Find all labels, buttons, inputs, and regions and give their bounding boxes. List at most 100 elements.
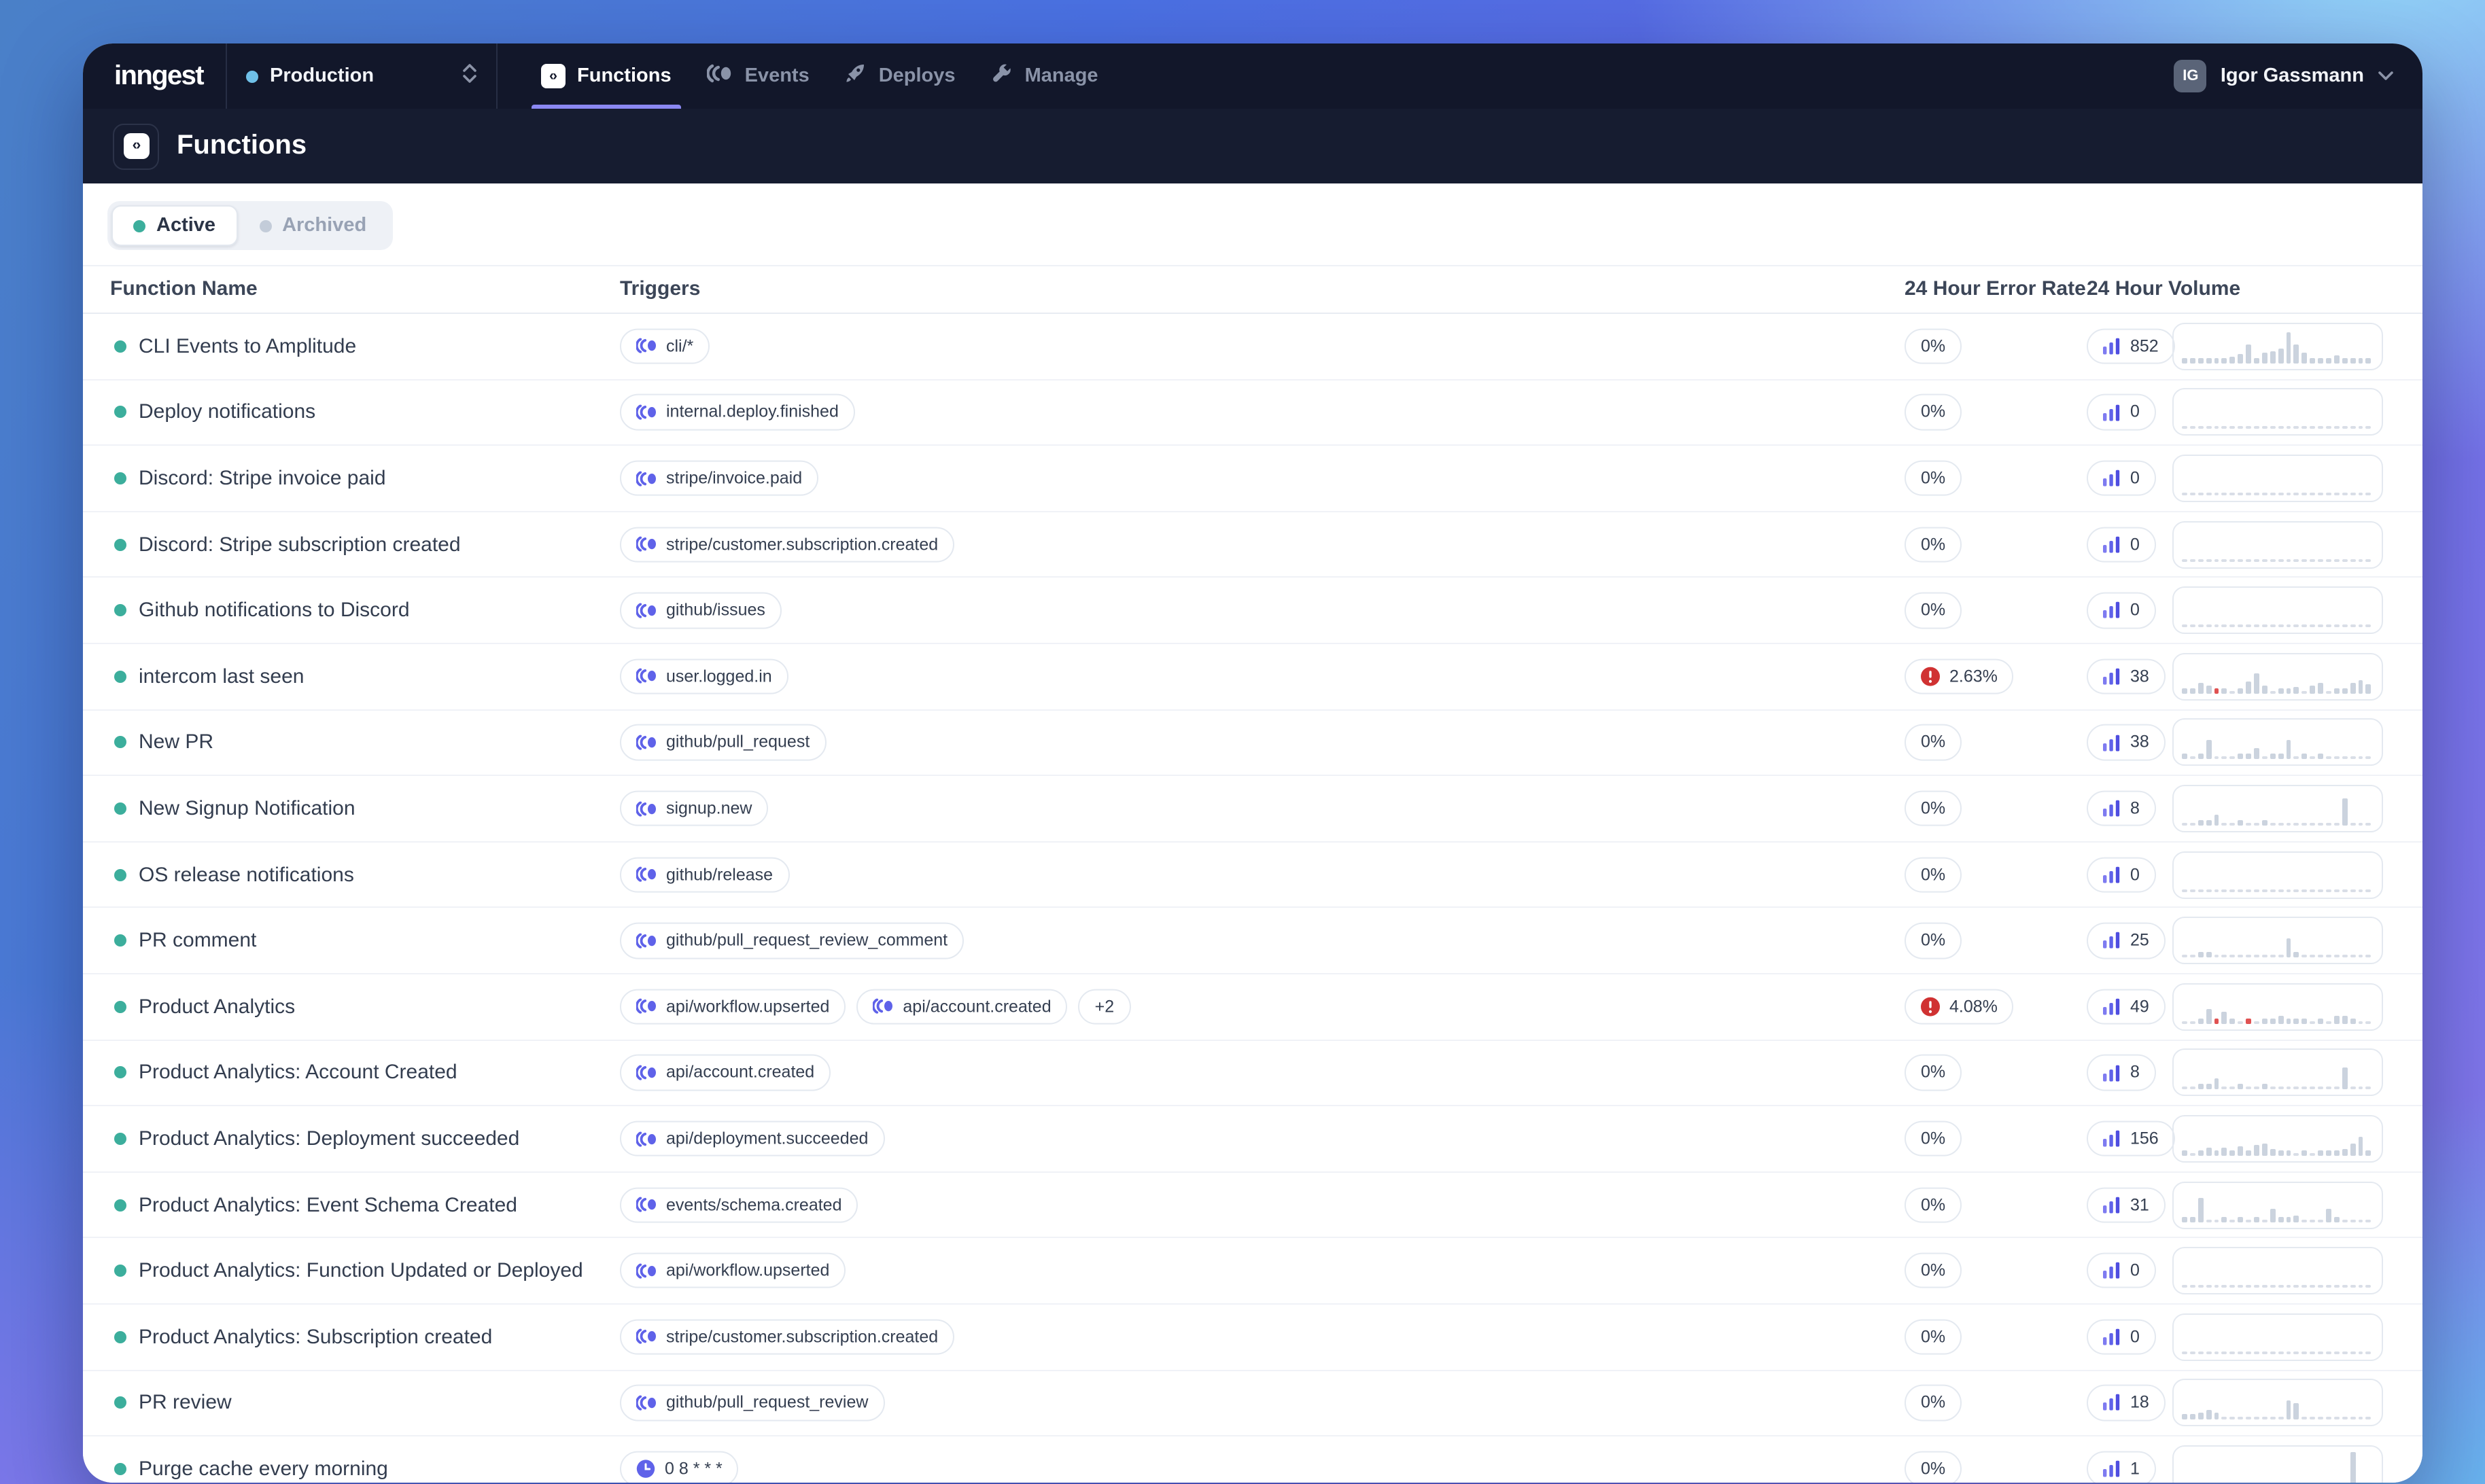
function-status-dot <box>114 1330 126 1343</box>
error-rate-cell: 2.63% <box>1905 658 2014 694</box>
volume-cell: 1 <box>2087 1451 2156 1483</box>
function-list: CLI Events to Amplitude cli/* 0% 852 Dep… <box>83 314 2422 1483</box>
volume-cell: 0 <box>2087 1319 2156 1355</box>
trigger-badges: github/pull_request_review <box>620 1385 884 1421</box>
volume-badge: 0 <box>2087 857 2156 893</box>
volume-badge: 25 <box>2087 923 2166 959</box>
trigger-badges: stripe/customer.subscription.created <box>620 527 954 563</box>
event-trigger-badge: stripe/customer.subscription.created <box>620 527 954 563</box>
volume-sparkline <box>2172 851 2383 898</box>
function-status-dot <box>114 340 126 353</box>
table-row[interactable]: Github notifications to Discord github/i… <box>83 578 2422 644</box>
table-row[interactable]: OS release notifications github/release … <box>83 843 2422 908</box>
event-trigger-badge: signup.new <box>620 791 769 827</box>
volume-cell: 0 <box>2087 593 2156 629</box>
volume-cell: 49 <box>2087 989 2166 1025</box>
function-name: Product Analytics: Account Created <box>139 1061 457 1084</box>
table-row[interactable]: New PR github/pull_request 0% 38 <box>83 710 2422 776</box>
trigger-badges: api/account.created <box>620 1055 831 1091</box>
rocket-icon <box>845 63 867 90</box>
table-row[interactable]: Product Analytics: Account Created api/a… <box>83 1040 2422 1106</box>
volume-badge: 1 <box>2087 1451 2156 1483</box>
code-icon: ‹› <box>540 64 565 88</box>
environment-switcher[interactable]: Production <box>226 43 496 109</box>
trigger-badges: internal.deploy.finished <box>620 394 855 430</box>
table-row[interactable]: Purge cache every morning 0 8 * * * 0% 1 <box>83 1436 2422 1483</box>
filter-tab-active[interactable]: Active <box>111 205 237 246</box>
user-menu[interactable]: IG Igor Gassmann <box>2174 43 2422 109</box>
volume-badge: 38 <box>2087 724 2166 760</box>
volume-badge: 156 <box>2087 1120 2175 1156</box>
table-row[interactable]: Discord: Stripe subscription created str… <box>83 512 2422 578</box>
table-row[interactable]: PR comment github/pull_request_review_co… <box>83 908 2422 974</box>
function-name: Product Analytics: Deployment succeeded <box>139 1127 519 1150</box>
table-row[interactable]: Deploy notifications internal.deploy.fin… <box>83 380 2422 446</box>
volume-sparkline <box>2172 323 2383 370</box>
table-row[interactable]: Discord: Stripe invoice paid stripe/invo… <box>83 446 2422 512</box>
function-name: Product Analytics: Subscription created <box>139 1325 492 1348</box>
tab-manage[interactable]: Manage <box>973 43 1116 109</box>
event-trigger-badge: github/pull_request <box>620 724 826 760</box>
event-trigger-badge: stripe/customer.subscription.created <box>620 1319 954 1355</box>
error-rate-badge: 0% <box>1905 724 1962 760</box>
table-row[interactable]: Product Analytics api/workflow.upserteda… <box>83 974 2422 1040</box>
error-rate-cell: 0% <box>1905 1385 1962 1421</box>
volume-cell: 852 <box>2087 328 2175 364</box>
function-status-dot <box>114 1397 126 1409</box>
event-trigger-badge: api/workflow.upserted <box>620 989 846 1025</box>
error-rate-badge: 0% <box>1905 394 1962 430</box>
volume-cell: 0 <box>2087 394 2156 430</box>
table-row[interactable]: Product Analytics: Event Schema Created … <box>83 1172 2422 1238</box>
table-row[interactable]: PR review github/pull_request_review 0% … <box>83 1371 2422 1436</box>
function-name: Product Analytics <box>139 995 295 1018</box>
event-trigger-badge: events/schema.created <box>620 1187 858 1223</box>
volume-badge: 852 <box>2087 328 2175 364</box>
volume-badge: 0 <box>2087 461 2156 497</box>
error-rate-badge: 0% <box>1905 791 1962 827</box>
function-name: CLI Events to Amplitude <box>139 335 356 358</box>
table-row[interactable]: intercom last seen user.logged.in 2.63% … <box>83 644 2422 710</box>
volume-sparkline <box>2172 1445 2383 1483</box>
tab-deploys[interactable]: Deploys <box>827 43 973 109</box>
function-status-dot <box>114 934 126 947</box>
volume-cell: 8 <box>2087 791 2156 827</box>
chevron-up-down-icon <box>462 62 476 90</box>
function-status-dot <box>114 472 126 484</box>
volume-badge: 0 <box>2087 1319 2156 1355</box>
avatar: IG <box>2174 60 2207 92</box>
more-triggers-badge[interactable]: +2 <box>1079 989 1131 1025</box>
table-row[interactable]: Product Analytics: Subscription created … <box>83 1305 2422 1371</box>
tab-events[interactable]: Events <box>689 43 827 109</box>
column-header-error-rate: 24 Hour Error Rate <box>1905 277 2086 300</box>
table-row[interactable]: Product Analytics: Function Updated or D… <box>83 1239 2422 1305</box>
inngest-logo[interactable]: inngest <box>114 43 203 109</box>
event-trigger-badge: stripe/invoice.paid <box>620 461 818 497</box>
event-trigger-badge: user.logged.in <box>620 658 788 694</box>
error-rate-cell: 0% <box>1905 461 1962 497</box>
trigger-badges: 0 8 * * * <box>620 1451 739 1483</box>
tab-functions[interactable]: ‹› Functions <box>523 43 689 109</box>
volume-badge: 0 <box>2087 593 2156 629</box>
error-rate-cell: 0% <box>1905 857 1962 893</box>
content-panel: Active Archived Function Name Triggers 2… <box>83 183 2422 1483</box>
error-rate-cell: 0% <box>1905 1120 1962 1156</box>
tab-label: Events <box>745 65 810 87</box>
table-row[interactable]: New Signup Notification signup.new 0% 8 <box>83 776 2422 842</box>
function-name: PR review <box>139 1392 232 1415</box>
trigger-badges: stripe/invoice.paid <box>620 461 818 497</box>
function-status-dot <box>114 1000 126 1012</box>
table-row[interactable]: Product Analytics: Deployment succeeded … <box>83 1106 2422 1172</box>
table-row[interactable]: CLI Events to Amplitude cli/* 0% 852 <box>83 314 2422 380</box>
tab-label: Deploys <box>879 65 956 87</box>
trigger-badges: github/pull_request_review_comment <box>620 923 964 959</box>
filter-tab-archived[interactable]: Archived <box>237 205 388 246</box>
function-status-dot <box>114 802 126 815</box>
error-rate-badge: 0% <box>1905 527 1962 563</box>
cron-trigger-badge: 0 8 * * * <box>620 1451 739 1483</box>
code-icon: ‹› <box>123 133 149 159</box>
error-rate-cell: 0% <box>1905 791 1962 827</box>
volume-sparkline <box>2172 1115 2383 1163</box>
volume-badge: 31 <box>2087 1187 2166 1223</box>
error-rate-cell: 0% <box>1905 1319 1962 1355</box>
error-rate-badge: 0% <box>1905 923 1962 959</box>
